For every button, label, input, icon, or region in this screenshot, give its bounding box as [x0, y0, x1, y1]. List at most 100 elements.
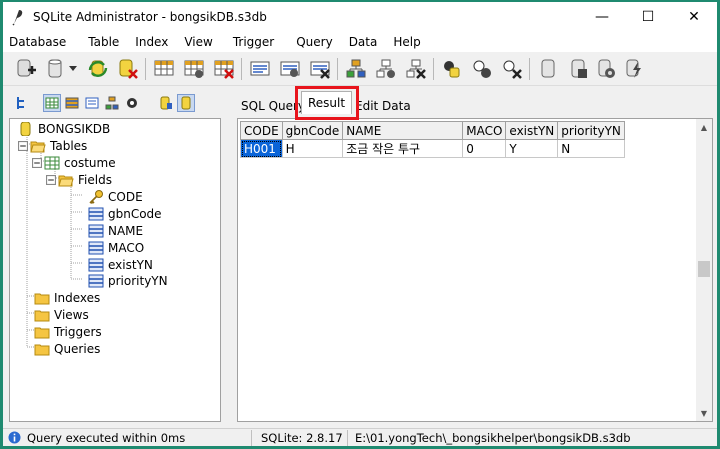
table-cell[interactable]: N: [557, 139, 625, 158]
tree-field-code[interactable]: CODE: [88, 188, 143, 205]
show-indexes-icon[interactable]: [103, 94, 121, 112]
tab-edit-data[interactable]: Edit Data: [349, 96, 417, 116]
maximize-button[interactable]: ☐: [625, 2, 671, 32]
table-cell[interactable]: 조금 작은 투구: [342, 139, 464, 158]
create-view-icon[interactable]: [247, 56, 273, 82]
info-icon: [8, 431, 21, 444]
show-tables-icon[interactable]: [43, 94, 61, 112]
execute-query-icon[interactable]: [621, 56, 647, 82]
table-cell[interactable]: H: [281, 139, 344, 158]
tree-field-name[interactable]: NAME: [88, 222, 143, 239]
close-button[interactable]: ✕: [671, 2, 717, 32]
open-dropdown-chevron-icon[interactable]: [67, 56, 79, 82]
collapse-toggle-icon[interactable]: [32, 156, 42, 170]
menu-index[interactable]: Index: [127, 35, 176, 49]
collapse-toggle-icon[interactable]: [46, 173, 56, 187]
column-header-priorityyn[interactable]: priorityYN: [557, 121, 625, 140]
tree-field-maco[interactable]: MACO: [88, 239, 144, 256]
table-cell[interactable]: H001: [240, 139, 283, 158]
open-folder-icon: [30, 141, 46, 152]
delete-trigger-icon[interactable]: [499, 56, 525, 82]
app-feather-icon: [12, 10, 23, 26]
show-database-icon[interactable]: [177, 94, 195, 112]
tree-structure-icon[interactable]: [13, 94, 31, 112]
create-trigger-icon[interactable]: [439, 56, 465, 82]
delete-view-icon[interactable]: [307, 56, 333, 82]
key-icon: [89, 189, 103, 204]
title-bar: SQLite Administrator - bongsikDB.s3db — …: [3, 2, 717, 32]
menu-view[interactable]: View: [176, 35, 220, 49]
save-query-icon[interactable]: [565, 56, 591, 82]
tree-node-label: MACO: [108, 240, 145, 255]
tree-node-views[interactable]: Views: [34, 306, 89, 323]
tree-node-database[interactable]: BONGSIKDB: [18, 120, 110, 137]
menu-query[interactable]: Query: [282, 35, 340, 49]
app-window: SQLite Administrator - bongsikDB.s3db — …: [3, 2, 717, 446]
collapse-toggle-icon[interactable]: [18, 139, 28, 153]
column-header-name[interactable]: NAME: [342, 121, 464, 140]
column-header-code[interactable]: CODE: [240, 121, 283, 140]
column-header-gbncode[interactable]: gbnCode: [281, 121, 344, 140]
table-icon: [44, 156, 60, 169]
table-cell[interactable]: 0: [462, 139, 507, 158]
delete-index-icon[interactable]: [403, 56, 429, 82]
tree-field-existyn[interactable]: existYN: [88, 256, 153, 273]
close-database-icon[interactable]: [115, 56, 141, 82]
tree-node-fields[interactable]: Fields: [46, 171, 112, 188]
tree-node-label: costume: [64, 155, 116, 170]
status-db-path: E:\01.yongTech\_bongsikhelper\bongsikDB.…: [355, 431, 631, 445]
refresh-database-icon[interactable]: [85, 56, 111, 82]
minimize-button[interactable]: —: [579, 2, 625, 32]
menu-database[interactable]: Database: [3, 35, 74, 49]
status-sqlite-version: SQLite: 2.8.17: [261, 431, 343, 445]
status-bar: Query executed within 0ms SQLite: 2.8.17…: [3, 428, 717, 446]
folder-icon: [34, 310, 50, 321]
scroll-thumb[interactable]: [698, 261, 710, 277]
menu-trigger[interactable]: Trigger: [221, 35, 282, 49]
column-header-existyn[interactable]: existYN: [505, 121, 559, 140]
tree-node-triggers[interactable]: Triggers: [34, 323, 102, 340]
menu-table[interactable]: Table: [74, 35, 127, 49]
result-tab-highlight: [295, 86, 359, 120]
create-table-icon[interactable]: [151, 56, 177, 82]
show-views-icon[interactable]: [83, 94, 101, 112]
database-icon: [20, 121, 31, 136]
open-database-icon[interactable]: [43, 56, 69, 82]
table-cell[interactable]: Y: [505, 139, 559, 158]
scroll-up-arrow-icon[interactable]: ▲: [696, 119, 712, 135]
open-folder-icon: [58, 175, 74, 186]
new-query-icon[interactable]: [535, 56, 561, 82]
tree-field-gbncode[interactable]: gbnCode: [88, 205, 162, 222]
field-icon: [88, 224, 104, 237]
tree-node-queries[interactable]: Queries: [34, 340, 100, 357]
tree-node-tables[interactable]: Tables: [18, 137, 87, 154]
menu-help[interactable]: Help: [385, 35, 428, 49]
show-fields-icon[interactable]: [63, 94, 81, 112]
show-queries-icon[interactable]: [157, 94, 175, 112]
edit-trigger-icon[interactable]: [469, 56, 495, 82]
column-header-maco[interactable]: MACO: [462, 121, 507, 140]
window-title: SQLite Administrator - bongsikDB.s3db: [33, 10, 267, 24]
new-database-icon[interactable]: [13, 56, 39, 82]
create-index-icon[interactable]: [343, 56, 369, 82]
delete-table-icon[interactable]: [211, 56, 237, 82]
result-table: CODE gbnCode NAME MACO existYN priorityY…: [240, 121, 625, 158]
tree-node-indexes[interactable]: Indexes: [34, 289, 100, 306]
tree-node-table-costume[interactable]: costume: [32, 154, 116, 171]
edit-index-icon[interactable]: [373, 56, 399, 82]
tree-node-label: Tables: [50, 138, 88, 153]
folder-icon: [34, 293, 50, 304]
edit-view-icon[interactable]: [277, 56, 303, 82]
edit-table-icon[interactable]: [181, 56, 207, 82]
tree-node-label: Fields: [78, 172, 112, 187]
scroll-down-arrow-icon[interactable]: ▼: [696, 405, 712, 421]
query-settings-icon[interactable]: [593, 56, 619, 82]
tree-node-label: gbnCode: [108, 206, 162, 221]
tree-toolbar: [9, 92, 219, 116]
tree-field-priorityyn[interactable]: priorityYN: [88, 272, 168, 289]
folder-icon: [34, 327, 50, 338]
tree-node-label: existYN: [108, 257, 153, 272]
vertical-scrollbar[interactable]: ▲ ▼: [696, 119, 712, 421]
menu-data[interactable]: Data: [341, 35, 386, 49]
show-triggers-icon[interactable]: [123, 94, 141, 112]
